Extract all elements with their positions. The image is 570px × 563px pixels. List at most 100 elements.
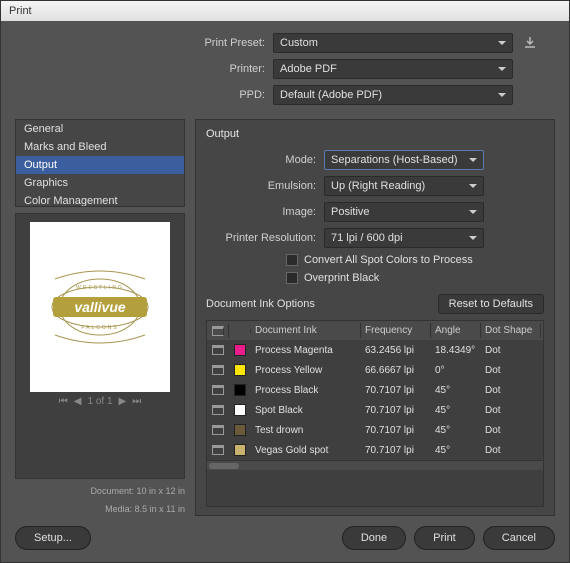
ink-swatch xyxy=(234,424,246,436)
ink-angle: 18.4349° xyxy=(431,343,481,358)
ink-frequency: 63.2456 lpi xyxy=(361,343,431,358)
print-col-header[interactable] xyxy=(207,324,229,338)
ink-angle: 45° xyxy=(431,383,481,398)
print-dialog: Print Print Preset: Custom Printer: Adob… xyxy=(0,0,570,563)
ink-shape: Dot xyxy=(481,423,541,438)
logo-top-text: WRESTLING xyxy=(76,285,124,291)
first-page-icon[interactable]: ⏮ xyxy=(59,396,68,407)
printer-icon xyxy=(212,326,224,336)
nav-item-general[interactable]: General xyxy=(16,120,184,138)
nav-item-color[interactable]: Color Management xyxy=(16,192,184,207)
ink-row[interactable]: Process Magenta63.2456 lpi18.4349°Dot xyxy=(207,340,543,360)
ink-row[interactable]: Spot Black70.7107 lpi45°Dot xyxy=(207,400,543,420)
top-settings: Print Preset: Custom Printer: Adobe PDF … xyxy=(15,33,555,105)
print-preset-dropdown[interactable]: Custom xyxy=(273,33,513,53)
ink-table-scrollbar[interactable] xyxy=(207,460,543,470)
preview-pager: ⏮ ◀ 1 of 1 ▶ ⏭ xyxy=(59,396,141,407)
overprint-label: Overprint Black xyxy=(304,272,379,284)
image-label: Image: xyxy=(206,206,316,218)
emulsion-label: Emulsion: xyxy=(206,180,316,192)
printer-label: Printer: xyxy=(145,63,265,75)
resolution-label: Printer Resolution: xyxy=(206,232,316,244)
printer-icon xyxy=(212,365,224,375)
nav-item-graphics[interactable]: Graphics xyxy=(16,174,184,192)
ink-name: Process Yellow xyxy=(251,363,361,378)
printer-icon xyxy=(212,445,224,455)
ink-swatch xyxy=(234,404,246,416)
ink-frequency: 66.6667 lpi xyxy=(361,363,431,378)
next-page-icon[interactable]: ▶ xyxy=(119,396,127,407)
print-preset-label: Print Preset: xyxy=(145,37,265,49)
ink-row[interactable]: Process Black70.7107 lpi45°Dot xyxy=(207,380,543,400)
image-dropdown[interactable]: Positive xyxy=(324,202,484,222)
printer-icon xyxy=(212,345,224,355)
ink-name: Spot Black xyxy=(251,403,361,418)
last-page-icon[interactable]: ⏭ xyxy=(132,396,141,407)
ink-row[interactable]: Test drown70.7107 lpi45°Dot xyxy=(207,420,543,440)
ink-print-toggle[interactable] xyxy=(207,363,229,377)
ink-name: Vegas Gold spot xyxy=(251,443,361,458)
print-button[interactable]: Print xyxy=(414,526,475,550)
document-size: Document: 10 in x 12 in xyxy=(15,485,185,498)
ink-table-header: Document Ink Frequency Angle Dot Shape xyxy=(207,321,543,340)
printer-dropdown[interactable]: Adobe PDF xyxy=(273,59,513,79)
dialog-footer: Setup... Done Print Cancel xyxy=(15,522,555,550)
ink-row[interactable]: Vegas Gold spot70.7107 lpi45°Dot xyxy=(207,440,543,460)
ink-angle: 45° xyxy=(431,443,481,458)
save-preset-icon[interactable] xyxy=(521,34,539,52)
ink-frequency: 70.7107 lpi xyxy=(361,403,431,418)
freq-col-header[interactable]: Frequency xyxy=(361,323,431,338)
setup-button[interactable]: Setup... xyxy=(15,526,91,550)
done-button[interactable]: Done xyxy=(342,526,406,550)
shape-col-header[interactable]: Dot Shape xyxy=(481,323,541,338)
ink-col-header[interactable]: Document Ink xyxy=(251,323,361,338)
convert-spot-checkbox[interactable] xyxy=(286,254,298,266)
ink-print-toggle[interactable] xyxy=(207,383,229,397)
ink-shape: Dot xyxy=(481,363,541,378)
ink-angle: 45° xyxy=(431,403,481,418)
ink-shape: Dot xyxy=(481,443,541,458)
mode-dropdown[interactable]: Separations (Host-Based) xyxy=(324,150,484,170)
dialog-content: Print Preset: Custom Printer: Adobe PDF … xyxy=(1,21,569,562)
printer-icon xyxy=(212,385,224,395)
ink-print-toggle[interactable] xyxy=(207,423,229,437)
logo-bottom-text: FALCONS xyxy=(81,325,118,331)
ink-angle: 45° xyxy=(431,423,481,438)
prev-page-icon[interactable]: ◀ xyxy=(74,396,82,407)
ink-print-toggle[interactable] xyxy=(207,443,229,457)
page-preview: WRESTLING FALCONS vallivue xyxy=(30,222,170,392)
ink-swatch xyxy=(234,344,246,356)
ink-angle: 0° xyxy=(431,363,481,378)
printer-icon xyxy=(212,405,224,415)
emulsion-dropdown[interactable]: Up (Right Reading) xyxy=(324,176,484,196)
panel-title: Output xyxy=(206,128,544,140)
ppd-dropdown[interactable]: Default (Adobe PDF) xyxy=(273,85,513,105)
preview-area: WRESTLING FALCONS vallivue ⏮ ◀ 1 of 1 ▶ … xyxy=(15,213,185,479)
printer-icon xyxy=(212,425,224,435)
resolution-dropdown[interactable]: 71 lpi / 600 dpi xyxy=(324,228,484,248)
ppd-label: PPD: xyxy=(145,89,265,101)
cancel-button[interactable]: Cancel xyxy=(483,526,555,550)
ink-shape: Dot xyxy=(481,343,541,358)
ink-swatch xyxy=(234,384,246,396)
nav-item-output[interactable]: Output xyxy=(16,156,184,174)
convert-spot-label: Convert All Spot Colors to Process xyxy=(304,254,473,266)
ink-row[interactable]: Process Yellow66.6667 lpi0°Dot xyxy=(207,360,543,380)
ink-shape: Dot xyxy=(481,383,541,398)
ink-frequency: 70.7107 lpi xyxy=(361,443,431,458)
section-nav: General Marks and Bleed Output Graphics … xyxy=(15,119,185,207)
reset-button[interactable]: Reset to Defaults xyxy=(438,294,544,314)
output-panel: Output Mode: Separations (Host-Based) Em… xyxy=(195,119,555,516)
ink-print-toggle[interactable] xyxy=(207,403,229,417)
ink-name: Process Magenta xyxy=(251,343,361,358)
logo-brand-text: vallivue xyxy=(74,299,126,315)
ink-table: Document Ink Frequency Angle Dot Shape P… xyxy=(206,320,544,507)
overprint-checkbox[interactable] xyxy=(286,272,298,284)
media-size: Media: 8.5 in x 11 in xyxy=(15,503,185,516)
nav-item-marks[interactable]: Marks and Bleed xyxy=(16,138,184,156)
page-count: 1 of 1 xyxy=(87,396,112,407)
ink-name: Process Black xyxy=(251,383,361,398)
angle-col-header[interactable]: Angle xyxy=(431,323,481,338)
ink-name: Test drown xyxy=(251,423,361,438)
ink-print-toggle[interactable] xyxy=(207,343,229,357)
